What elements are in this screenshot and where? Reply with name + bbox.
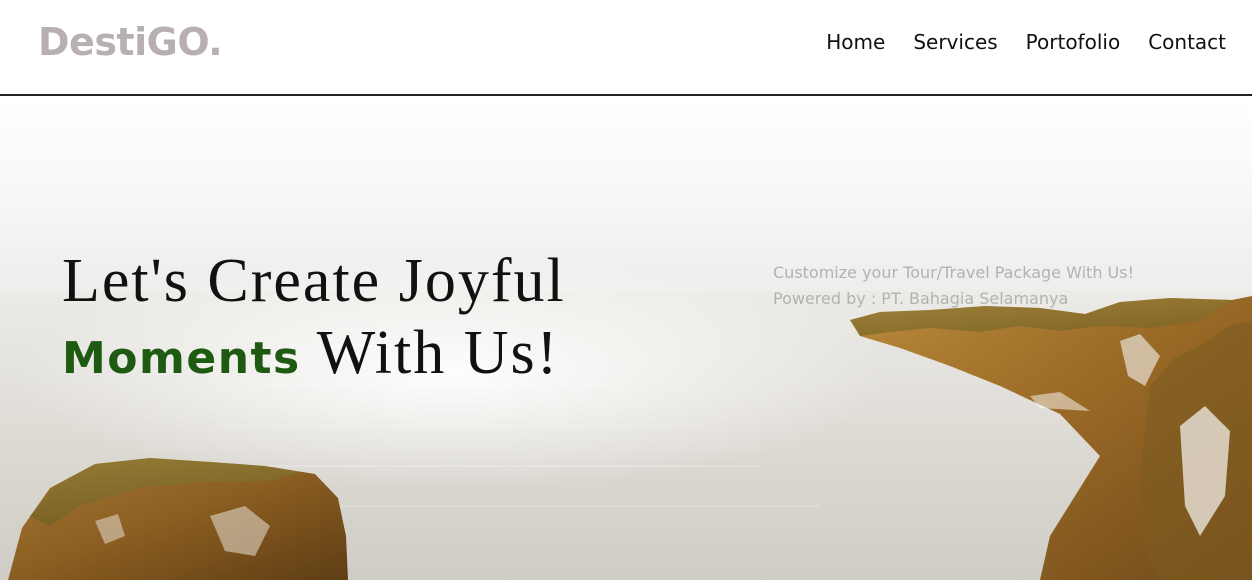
nav-portofolio-link[interactable]: Portofolio	[1026, 30, 1121, 54]
hero-headline-line2: Moments With Us!	[62, 318, 559, 389]
hero-tagline-line2: Powered by : PT. Bahagia Selamanya	[773, 289, 1069, 308]
hero-section: Let's Create Joyful Moments With Us! Cust…	[0, 96, 1252, 580]
hero-headline-line1: Let's Create Joyful	[62, 247, 566, 315]
nav-services-link[interactable]: Services	[913, 30, 997, 54]
hero-tagline: Customize your Tour/Travel Package With …	[773, 260, 1134, 312]
hero-tagline-line1: Customize your Tour/Travel Package With …	[773, 263, 1135, 282]
nav-home-link[interactable]: Home	[826, 30, 885, 54]
brand-logo[interactable]: DestiGO.	[38, 20, 223, 64]
nav-contact-link[interactable]: Contact	[1148, 30, 1226, 54]
hero-headline-accent: Moments	[62, 333, 301, 384]
top-navbar: DestiGO. Home Services Portofolio Contac…	[0, 0, 1252, 96]
main-nav: Home Services Portofolio Contact	[826, 30, 1226, 54]
hero-headline-rest: With Us!	[316, 319, 560, 387]
